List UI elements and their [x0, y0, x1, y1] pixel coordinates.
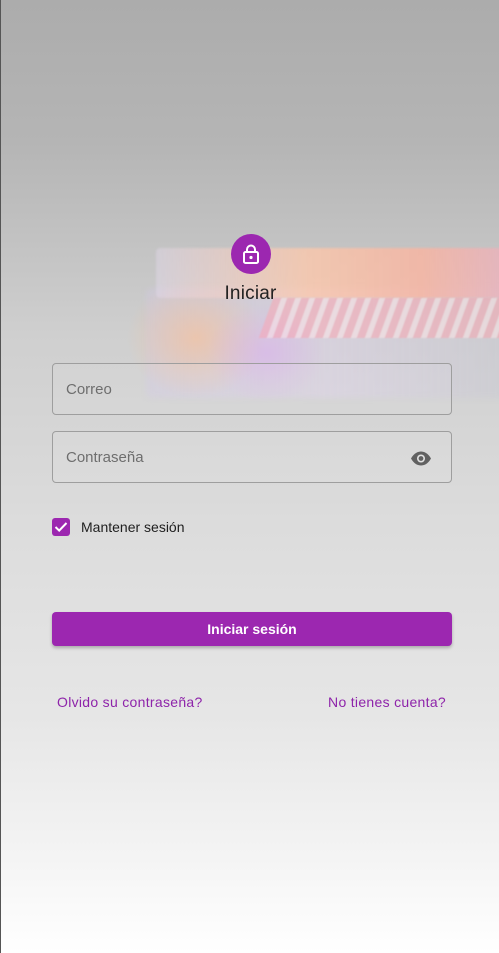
signup-link[interactable]: No tienes cuenta?: [328, 694, 446, 710]
login-page: Iniciar Mantener sesión Iniciar sesión O…: [0, 0, 499, 953]
login-header: Iniciar: [1, 234, 499, 305]
login-button[interactable]: Iniciar sesión: [52, 612, 452, 646]
eye-icon[interactable]: [409, 447, 433, 469]
remember-session: Mantener sesión: [52, 518, 185, 536]
email-field[interactable]: [52, 363, 452, 415]
page-title: Iniciar: [224, 283, 277, 304]
email-input[interactable]: [66, 364, 396, 414]
password-input[interactable]: [66, 432, 396, 482]
remember-label: Mantener sesión: [81, 519, 185, 535]
remember-checkbox[interactable]: [52, 518, 70, 536]
password-field[interactable]: [52, 431, 452, 483]
lock-icon: [230, 234, 271, 274]
forgot-password-link[interactable]: Olvido su contraseña?: [57, 694, 203, 710]
